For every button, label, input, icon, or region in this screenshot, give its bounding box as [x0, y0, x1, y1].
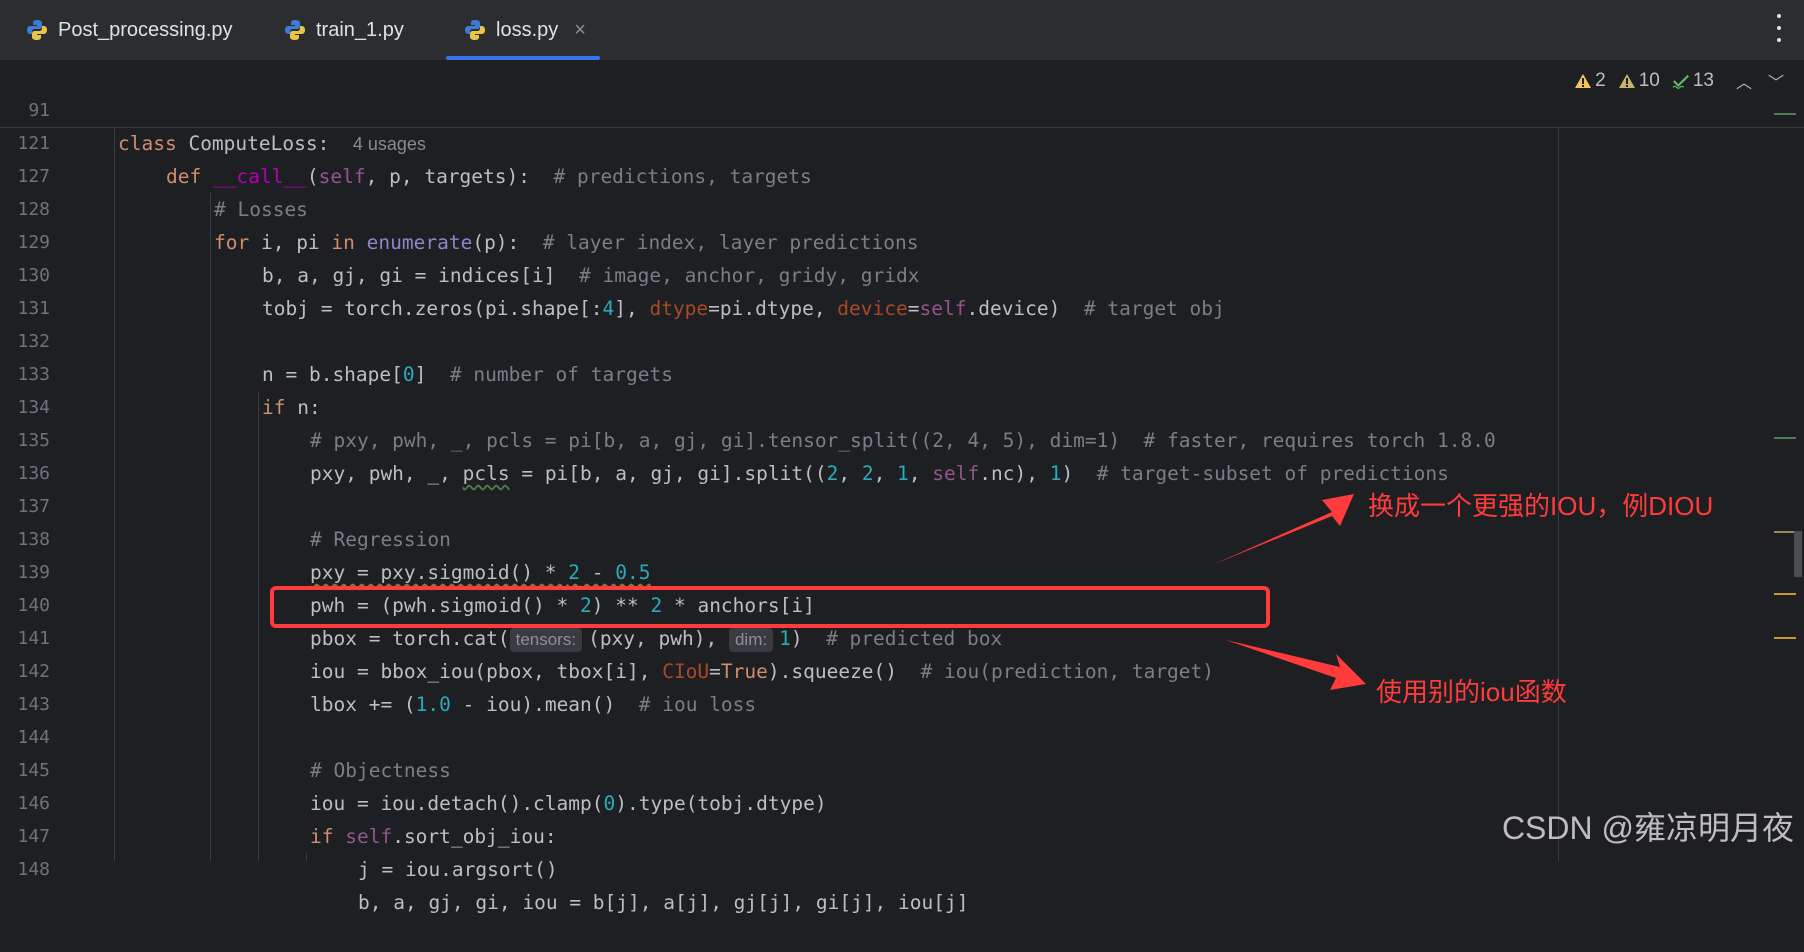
- annotation-arrows: [1212, 494, 1366, 690]
- arrow-up-right-icon: [1212, 494, 1354, 565]
- highlight-box: [270, 586, 1270, 628]
- watermark: CSDN @雍凉明月夜: [1501, 810, 1794, 846]
- arrow-down-right-icon: [1226, 640, 1366, 690]
- annotation-bottom: 使用别的iou函数: [1376, 677, 1567, 707]
- annotation-top: 换成一个更强的IOU，例DIOU: [1368, 491, 1714, 521]
